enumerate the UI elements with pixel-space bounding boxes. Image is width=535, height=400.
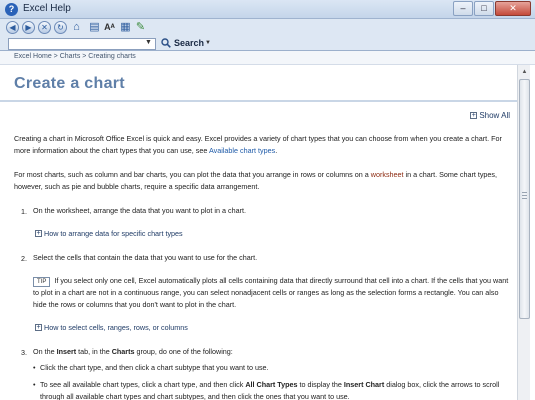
- search-options-caret-icon[interactable]: ▼: [205, 40, 211, 46]
- refresh-icon[interactable]: ↻: [54, 21, 67, 34]
- available-chart-types-link[interactable]: Available chart types: [209, 146, 275, 155]
- search-bar: ▼ Search ▼: [0, 37, 535, 51]
- expand-icon: +: [470, 112, 478, 119]
- step-2-text: Select the cells that contain the data t…: [33, 253, 258, 262]
- toolbar: ◀ ▶ ✕ ↻ ⌂ ▤ Aᴬ ▦ ✎: [0, 19, 535, 37]
- font-size-icon[interactable]: Aᴬ: [103, 21, 116, 34]
- breadcrumb-bar: Excel Home > Charts > Creating charts: [0, 51, 535, 65]
- show-all-label: Show All: [479, 111, 510, 120]
- search-icon[interactable]: [161, 38, 171, 48]
- intro-paragraph-1: Creating a chart in Microsoft Office Exc…: [14, 133, 510, 157]
- grip-line: [522, 198, 527, 199]
- charts-group-term: Charts: [111, 347, 135, 356]
- close-button[interactable]: ✕: [495, 1, 531, 16]
- scroll-thumb[interactable]: [519, 79, 530, 319]
- step-3-part-b: tab, in the: [76, 347, 112, 356]
- table-of-contents-icon[interactable]: ▦: [119, 21, 132, 34]
- bullet-1-text: Click the chart type, and then click a c…: [40, 363, 269, 372]
- maximize-button[interactable]: □: [474, 1, 494, 16]
- select-cells-expander[interactable]: + How to select cells, ranges, rows, or …: [35, 323, 188, 332]
- stop-icon[interactable]: ✕: [38, 21, 51, 34]
- step-1-number: 1.: [21, 207, 27, 216]
- scroll-up-icon[interactable]: ▲: [519, 66, 530, 78]
- grip-line: [522, 195, 527, 196]
- window-title: Excel Help: [23, 3, 71, 14]
- tip-badge: TIP: [33, 277, 51, 287]
- bullet-2-text: To see all available chart types, click …: [40, 379, 510, 400]
- tip-block: TIP If you select only one cell, Excel au…: [33, 275, 509, 311]
- worksheet-term-link[interactable]: worksheet: [371, 170, 404, 179]
- breadcrumb[interactable]: Excel Home > Charts > Creating charts: [14, 53, 136, 60]
- intro-paragraph-2: For most charts, such as column and bar …: [14, 169, 510, 193]
- search-scope-dropdown-icon[interactable]: ▼: [145, 39, 152, 46]
- search-input[interactable]: [8, 38, 156, 50]
- print-icon[interactable]: ▤: [88, 21, 101, 34]
- expand-icon: +: [35, 324, 42, 331]
- expand-icon: +: [35, 230, 42, 237]
- title-bar: ? Excel Help – □ ✕: [0, 0, 535, 19]
- intro-end-1: .: [275, 146, 278, 155]
- insert-tab-term: Insert: [56, 347, 77, 356]
- step-3-number: 3.: [21, 348, 27, 357]
- keep-on-top-icon[interactable]: ✎: [134, 21, 147, 34]
- all-chart-types-term: All Chart Types: [245, 380, 298, 389]
- forward-icon[interactable]: ▶: [22, 21, 35, 34]
- help-app-icon: ?: [5, 3, 18, 16]
- insert-chart-term: Insert Chart: [343, 380, 385, 389]
- select-cells-label: How to select cells, ranges, rows, or co…: [44, 323, 188, 332]
- window-controls: – □ ✕: [453, 1, 531, 16]
- arrange-data-label: How to arrange data for specific chart t…: [44, 229, 183, 238]
- title-divider: [0, 100, 517, 102]
- vertical-scrollbar[interactable]: ▲: [517, 65, 530, 400]
- step-3-text: On the Insert tab, in the Charts group, …: [33, 346, 509, 358]
- bullet-2-part-a: To see all available chart types, click …: [40, 380, 246, 389]
- page-title: Create a chart: [14, 75, 125, 92]
- bullet-icon: •: [33, 380, 36, 389]
- intro-text-2: For most charts, such as column and bar …: [14, 170, 371, 179]
- bullet-2-part-b: to display the: [297, 380, 344, 389]
- grip-line: [522, 192, 527, 193]
- bullet-icon: •: [33, 363, 36, 372]
- help-content: Create a chart + Show All Creating a cha…: [0, 65, 517, 400]
- step-3-part-a: On the: [33, 347, 57, 356]
- show-all-link[interactable]: + Show All: [470, 111, 510, 120]
- step-2-number: 2.: [21, 254, 27, 263]
- step-3-part-c: group, do one of the following:: [134, 347, 233, 356]
- tip-text: If you select only one cell, Excel autom…: [33, 276, 509, 309]
- back-icon[interactable]: ◀: [6, 21, 19, 34]
- step-1-text: On the worksheet, arrange the data that …: [33, 206, 246, 215]
- minimize-button[interactable]: –: [453, 1, 473, 16]
- arrange-data-expander[interactable]: + How to arrange data for specific chart…: [35, 229, 183, 238]
- search-button[interactable]: Search: [174, 38, 204, 48]
- home-icon[interactable]: ⌂: [70, 21, 83, 34]
